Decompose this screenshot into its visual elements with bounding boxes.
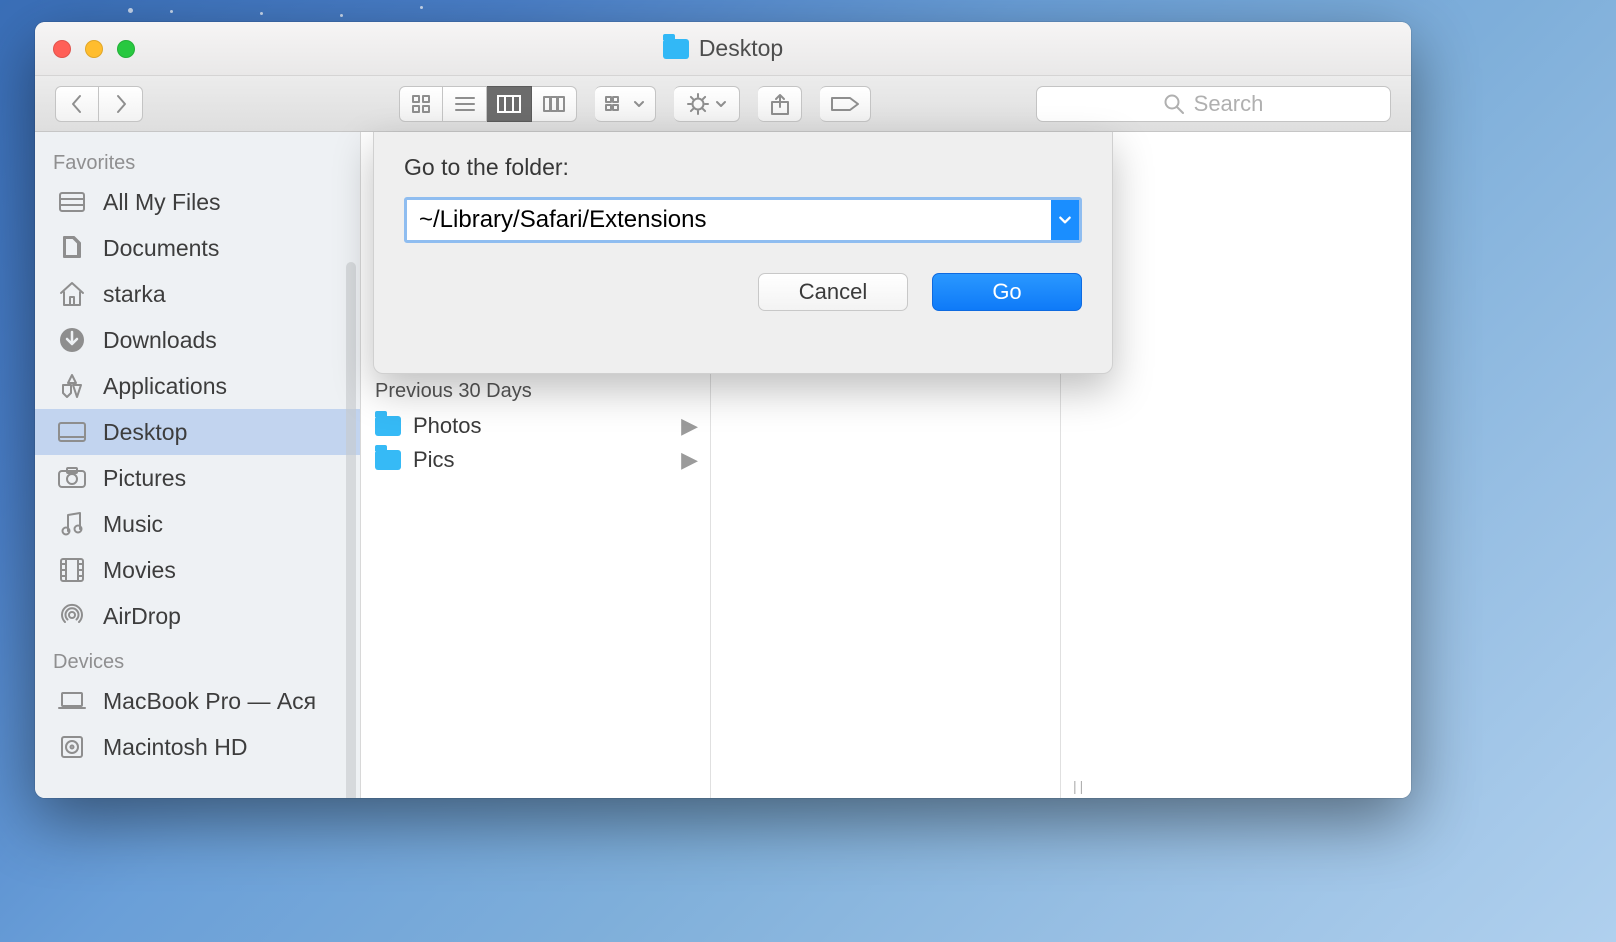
arrange-button[interactable] [595, 86, 656, 122]
sidebar-item-label: Downloads [103, 327, 217, 354]
movies-icon [57, 557, 87, 583]
list-item[interactable]: Pics ▶ [361, 443, 710, 477]
window-close-button[interactable] [53, 40, 71, 58]
window-title-text: Desktop [699, 35, 783, 62]
chevron-right-icon: ▶ [681, 413, 698, 439]
sidebar-item-downloads[interactable]: Downloads [35, 317, 360, 363]
window-maximize-button[interactable] [117, 40, 135, 58]
sidebar-section-devices: Devices [35, 639, 360, 678]
sidebar-item-label: starka [103, 281, 166, 308]
sidebar-item-label: Pictures [103, 465, 186, 492]
sidebar-item-airdrop[interactable]: AirDrop [35, 593, 360, 639]
folder-icon [375, 450, 401, 470]
finder-titlebar: Desktop [35, 22, 1411, 76]
sidebar-item-home[interactable]: starka [35, 271, 360, 317]
sidebar-item-macbook[interactable]: MacBook Pro — Ася [35, 678, 360, 724]
desktop-icon [57, 419, 87, 445]
folder-path-input[interactable] [407, 200, 1051, 240]
chevron-down-icon [1058, 213, 1072, 227]
nav-forward-button[interactable] [99, 86, 143, 122]
disk-icon [57, 734, 87, 760]
sidebar-item-label: MacBook Pro — Ася [103, 688, 316, 715]
go-to-folder-sheet: Go to the folder: Cancel Go [373, 132, 1113, 374]
pictures-icon [57, 465, 87, 491]
sidebar-section-favorites: Favorites [35, 140, 360, 179]
folder-icon [663, 39, 689, 59]
view-column-button[interactable] [487, 86, 532, 122]
finder-toolbar: Search [35, 76, 1411, 132]
sidebar-item-label: Applications [103, 373, 227, 400]
share-button[interactable] [758, 86, 802, 122]
sidebar-item-label: Movies [103, 557, 176, 584]
column-resize-handle[interactable]: || [1073, 778, 1086, 794]
list-item[interactable]: Photos ▶ [361, 409, 710, 443]
sidebar-item-applications[interactable]: Applications [35, 363, 360, 409]
view-list-button[interactable] [443, 86, 487, 122]
view-mode-group [399, 86, 577, 122]
applications-icon [57, 373, 87, 399]
sheet-title: Go to the folder: [404, 154, 1082, 181]
folder-icon [375, 416, 401, 436]
sidebar-item-label: AirDrop [103, 603, 181, 630]
sidebar-scrollbar[interactable] [346, 262, 356, 798]
sidebar-item-label: All My Files [103, 189, 221, 216]
laptop-icon [57, 688, 87, 714]
sidebar-item-label: Macintosh HD [103, 734, 247, 761]
documents-icon [57, 235, 87, 261]
tags-button[interactable] [820, 86, 871, 122]
list-item-name: Pics [413, 447, 455, 473]
list-item-name: Photos [413, 413, 482, 439]
sidebar-item-label: Music [103, 511, 163, 538]
sidebar-item-label: Documents [103, 235, 219, 262]
finder-window: Desktop [35, 22, 1411, 798]
window-minimize-button[interactable] [85, 40, 103, 58]
traffic-lights [53, 40, 135, 58]
view-gallery-button[interactable] [532, 86, 577, 122]
downloads-icon [57, 327, 87, 353]
all-my-files-icon [57, 189, 87, 215]
airdrop-icon [57, 603, 87, 629]
nav-back-button[interactable] [55, 86, 99, 122]
sheet-path-field-wrapper [404, 197, 1082, 243]
column-3 [1061, 132, 1411, 798]
sidebar-item-desktop[interactable]: Desktop [35, 409, 360, 455]
finder-sidebar: Favorites All My Files Documents starka … [35, 132, 361, 798]
cancel-button[interactable]: Cancel [758, 273, 908, 311]
chevron-right-icon: ▶ [681, 447, 698, 473]
sidebar-item-movies[interactable]: Movies [35, 547, 360, 593]
music-icon [57, 511, 87, 537]
nav-group [55, 86, 143, 122]
search-placeholder: Search [1194, 91, 1264, 117]
sidebar-item-macintosh-hd[interactable]: Macintosh HD [35, 724, 360, 770]
sidebar-item-label: Desktop [103, 419, 187, 446]
search-field[interactable]: Search [1036, 86, 1391, 122]
search-icon [1164, 94, 1184, 114]
path-history-dropdown[interactable] [1051, 200, 1079, 240]
go-button[interactable]: Go [932, 273, 1082, 311]
sidebar-item-music[interactable]: Music [35, 501, 360, 547]
home-icon [57, 281, 87, 307]
sidebar-item-pictures[interactable]: Pictures [35, 455, 360, 501]
sidebar-item-all-my-files[interactable]: All My Files [35, 179, 360, 225]
view-icon-button[interactable] [399, 86, 443, 122]
action-button[interactable] [674, 86, 740, 122]
sidebar-item-documents[interactable]: Documents [35, 225, 360, 271]
sheet-button-row: Cancel Go [404, 273, 1082, 311]
window-title: Desktop [35, 35, 1411, 62]
